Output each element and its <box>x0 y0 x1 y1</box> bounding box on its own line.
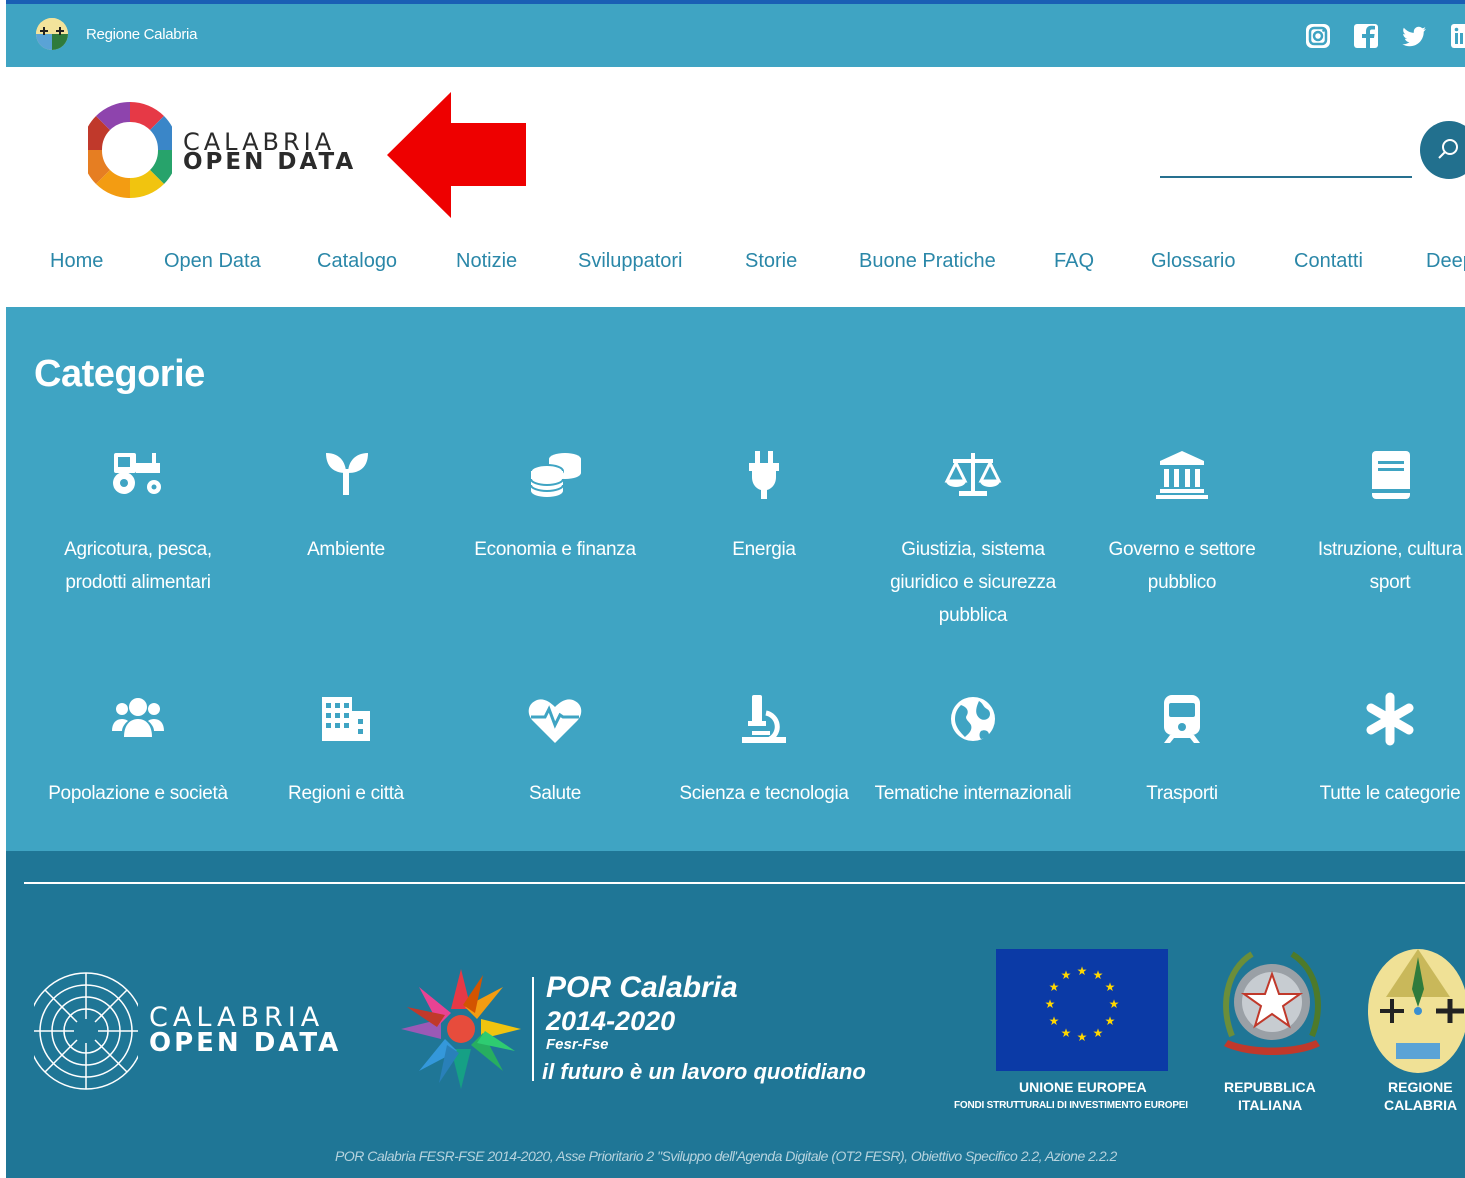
landmark-icon <box>1156 451 1208 499</box>
nav-catalogo[interactable]: Catalogo <box>317 250 397 273</box>
nav-faq[interactable]: FAQ <box>1054 250 1094 273</box>
svg-text:★: ★ <box>1077 1030 1088 1044</box>
calabria-open-data-footer-logo-icon <box>34 972 138 1090</box>
svg-text:★: ★ <box>1105 1014 1116 1028</box>
por-motto: il futuro è un lavoro quotidiano <box>542 1059 866 1084</box>
footer-logo-line2: OPEN DATA <box>149 1028 342 1058</box>
top-bar: Regione Calabria <box>6 4 1465 67</box>
svg-text:★: ★ <box>1077 964 1088 978</box>
instagram-icon[interactable] <box>1304 22 1332 50</box>
balance-scale-icon <box>944 453 1002 496</box>
nav-contatti[interactable]: Contatti <box>1294 250 1363 273</box>
por-fund: Fesr-Fse <box>546 1036 609 1053</box>
calabria-line1: REGIONE <box>1388 1079 1453 1095</box>
calabria-line2: CALABRIA <box>1384 1097 1458 1113</box>
globe-icon <box>951 697 995 741</box>
seedling-icon <box>326 453 368 495</box>
asterisk-icon <box>1366 692 1414 746</box>
por-years: 2014-2020 <box>546 1006 676 1036</box>
svg-text:★: ★ <box>1061 968 1072 982</box>
footer-funding-note: POR Calabria FESR-FSE 2014-2020, Asse Pr… <box>335 1148 1117 1164</box>
footer-divider <box>24 882 1465 884</box>
facebook-icon[interactable] <box>1352 22 1380 50</box>
heartbeat-icon <box>528 699 582 743</box>
search-input[interactable] <box>1160 137 1412 175</box>
regione-calabria-emblem-icon <box>1368 949 1465 1073</box>
nav-glossario[interactable]: Glossario <box>1151 250 1235 273</box>
plug-icon <box>749 451 779 499</box>
por-title: POR Calabria <box>546 971 738 1004</box>
train-icon <box>1164 695 1200 743</box>
categories-section: Categorie Agricotura, pesca, prodotti al… <box>6 307 1465 851</box>
search-underline <box>1160 176 1412 178</box>
users-icon <box>112 698 164 737</box>
categories-title: Categorie <box>34 353 205 395</box>
nav-open-data[interactable]: Open Data <box>164 250 261 273</box>
svg-text:★: ★ <box>1093 968 1104 982</box>
search-button[interactable] <box>1420 121 1465 179</box>
red-arrow-annotation <box>387 92 526 218</box>
nav-deep[interactable]: Deep <box>1426 250 1465 273</box>
region-crest-icon[interactable] <box>36 18 68 50</box>
por-calabria-star-logo-icon <box>401 969 521 1089</box>
por-divider <box>532 977 534 1081</box>
svg-text:★: ★ <box>1093 1026 1104 1040</box>
svg-text:★: ★ <box>1061 1026 1072 1040</box>
svg-text:★: ★ <box>1045 997 1056 1011</box>
eu-name: UNIONE EUROPEA <box>1019 1079 1147 1095</box>
eu-funds: FONDI STRUTTURALI DI INVESTIMENTO EUROPE… <box>954 1100 1188 1111</box>
nav-home[interactable]: Home <box>50 250 103 273</box>
italian-republic-emblem-icon <box>1223 951 1321 1055</box>
republic-line2: ITALIANA <box>1238 1097 1303 1113</box>
page-left-edge <box>0 0 6 1178</box>
region-name-link[interactable]: Regione Calabria <box>86 26 197 43</box>
coins-icon <box>530 453 581 497</box>
nav-notizie[interactable]: Notizie <box>456 250 517 273</box>
search-icon <box>1438 139 1458 159</box>
nav-storie[interactable]: Storie <box>745 250 797 273</box>
microscope-icon <box>742 695 786 743</box>
logo-title-line2[interactable]: OPEN DATA <box>183 149 356 175</box>
eu-flag-icon: ★ ★ ★ ★ ★ ★ ★ ★ ★ ★ ★ ★ <box>996 949 1168 1071</box>
site-footer: CALABRIA OPEN DATA POR Calabria 2014-202… <box>6 851 1465 1178</box>
svg-text:★: ★ <box>1049 1014 1060 1028</box>
site-header: CALABRIA OPEN DATA Home Open Data Catalo… <box>6 67 1465 307</box>
svg-text:★: ★ <box>1105 980 1116 994</box>
republic-line1: REPUBBLICA <box>1224 1079 1316 1095</box>
city-icon <box>322 697 370 741</box>
book-icon <box>1372 451 1410 499</box>
nav-buone-pratiche[interactable]: Buone Pratiche <box>859 250 996 273</box>
main-nav: Home Open Data Catalogo Notizie Sviluppa… <box>6 250 1465 280</box>
calabria-open-data-logo-icon[interactable] <box>88 99 172 201</box>
svg-text:★: ★ <box>1109 997 1120 1011</box>
linkedin-icon[interactable] <box>1449 22 1465 50</box>
tractor-icon <box>113 453 161 494</box>
svg-text:★: ★ <box>1049 980 1060 994</box>
twitter-icon[interactable] <box>1400 22 1428 50</box>
nav-sviluppatori[interactable]: Sviluppatori <box>578 250 683 273</box>
